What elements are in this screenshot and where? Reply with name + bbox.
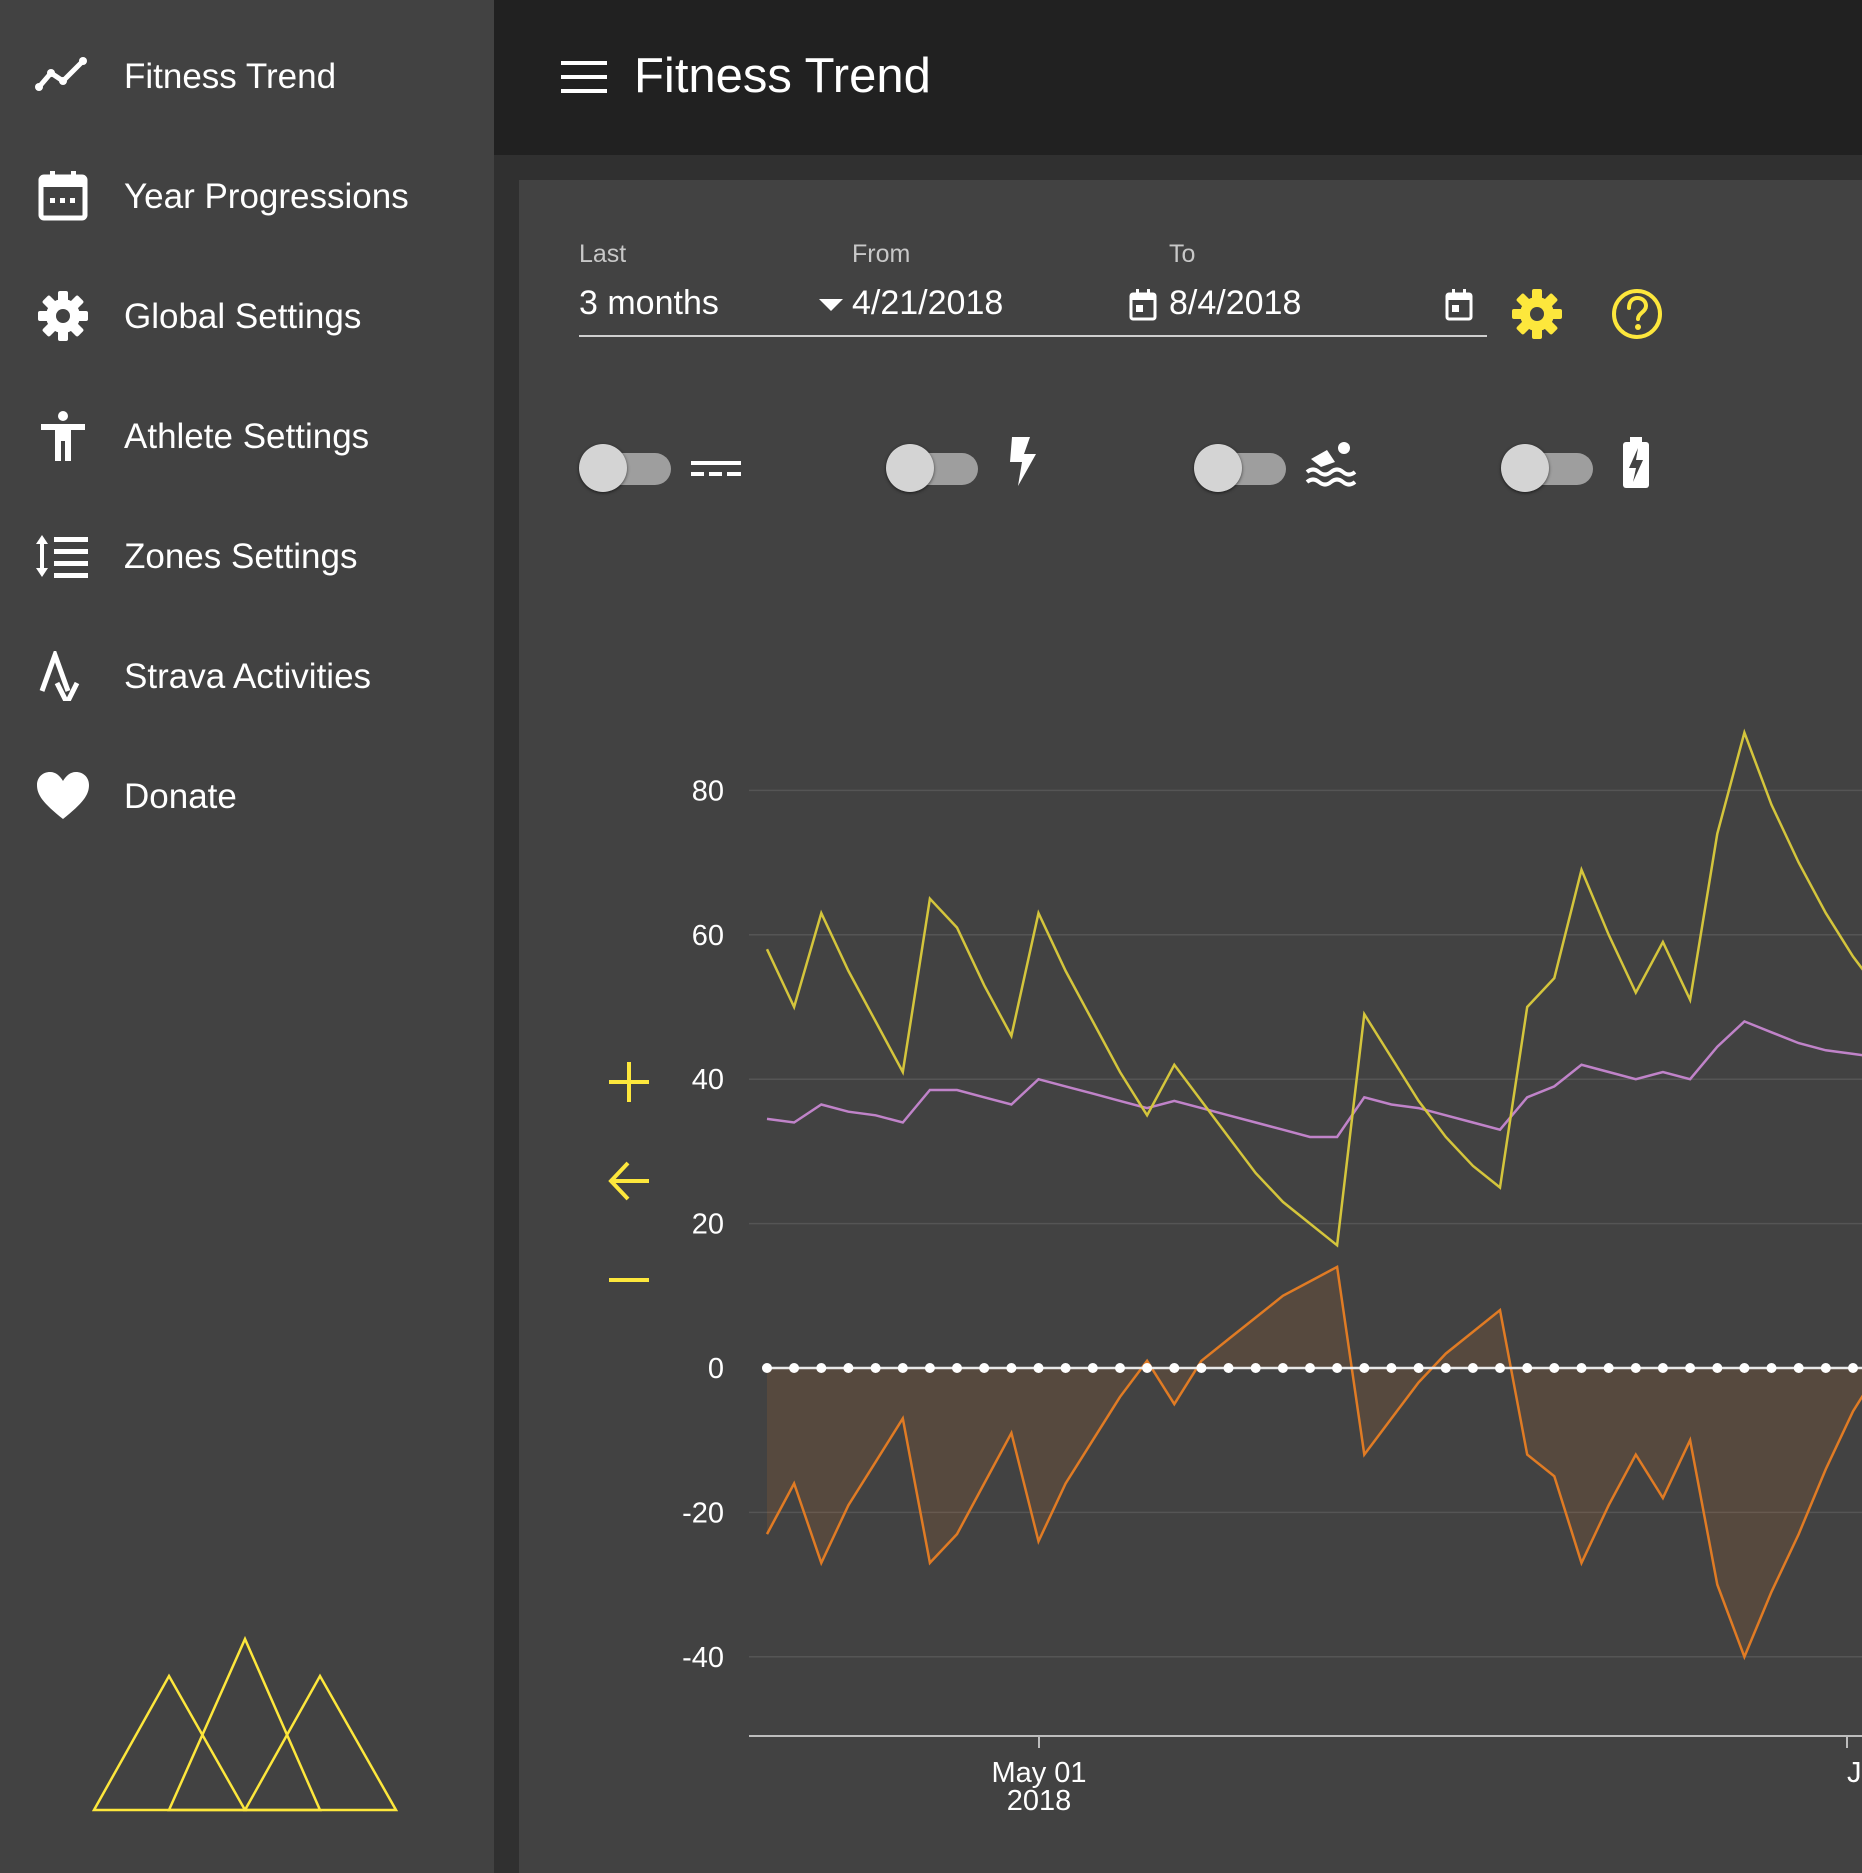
sidebar-item-global-settings[interactable]: Global Settings	[0, 255, 494, 375]
y-tick-label: 60	[692, 920, 724, 952]
baseline-marker[interactable]	[897, 1363, 908, 1373]
strava-icon	[35, 647, 91, 709]
baseline-marker[interactable]	[789, 1363, 800, 1373]
x-tick-sublabel: 2018	[1007, 1785, 1072, 1817]
sidebar-item-label: Donate	[124, 777, 237, 816]
baseline-marker[interactable]	[1685, 1363, 1696, 1373]
baseline-marker[interactable]	[1739, 1363, 1750, 1373]
form-area	[767, 1266, 1862, 1657]
y-tick-label: -40	[682, 1642, 724, 1674]
sidebar-item-zones-settings[interactable]: Zones Settings	[0, 495, 494, 615]
sidebar-item-athlete-settings[interactable]: Athlete Settings	[0, 375, 494, 495]
baseline-marker[interactable]	[1142, 1363, 1153, 1373]
baseline-marker[interactable]	[1060, 1363, 1071, 1373]
sidebar-item-label: Fitness Trend	[124, 57, 337, 96]
chart-gridlines	[749, 789, 1862, 1658]
sidebar-item-label: Global Settings	[124, 297, 362, 336]
gear-icon	[35, 291, 91, 341]
y-tick-label: 40	[692, 1064, 724, 1096]
baseline-marker[interactable]	[1115, 1363, 1125, 1373]
zones-list-icon	[35, 531, 91, 581]
sidebar: Fitness Trend Year Progressions Global S…	[0, 0, 494, 1873]
chart-y-axis: 80 60 40 20 0 -20 -40	[682, 775, 724, 1673]
sidebar-item-year-progressions[interactable]: Year Progressions	[0, 135, 494, 255]
top-app-bar: Fitness Trend	[494, 0, 1862, 155]
page-title: Fitness Trend	[634, 49, 931, 103]
baseline-marker[interactable]	[1033, 1363, 1044, 1373]
baseline-marker[interactable]	[1549, 1363, 1560, 1373]
chart-x-axis: May 012018Ju	[991, 1736, 1862, 1817]
baseline-marker[interactable]	[1712, 1363, 1723, 1373]
baseline-marker[interactable]	[1305, 1363, 1315, 1373]
baseline-marker[interactable]	[1820, 1363, 1831, 1373]
baseline-marker[interactable]	[870, 1363, 881, 1373]
baseline-marker[interactable]	[1250, 1363, 1261, 1373]
baseline-marker[interactable]	[1522, 1363, 1533, 1373]
baseline-marker[interactable]	[1359, 1363, 1370, 1373]
y-tick-label: 20	[692, 1209, 724, 1241]
baseline-marker[interactable]	[1332, 1363, 1343, 1373]
baseline-marker[interactable]	[952, 1363, 962, 1373]
baseline-marker[interactable]	[1087, 1363, 1098, 1373]
sidebar-item-label: Zones Settings	[124, 537, 358, 576]
baseline-marker[interactable]	[1766, 1363, 1777, 1373]
baseline-marker[interactable]	[1848, 1363, 1858, 1373]
baseline-marker[interactable]	[762, 1363, 772, 1373]
y-tick-label: 0	[708, 1353, 724, 1385]
baseline-marker[interactable]	[1630, 1363, 1641, 1373]
baseline-marker[interactable]	[1440, 1363, 1451, 1373]
sidebar-item-label: Athlete Settings	[124, 417, 370, 456]
sidebar-item-fitness-trend[interactable]: Fitness Trend	[0, 15, 494, 135]
baseline-marker[interactable]	[1657, 1363, 1668, 1373]
baseline-marker[interactable]	[1495, 1363, 1505, 1373]
fitness-trend-chart[interactable]: 806040200-20-40 May 012018Ju	[519, 180, 1862, 1873]
baseline-marker[interactable]	[1386, 1363, 1397, 1373]
y-tick-label: 80	[692, 775, 724, 807]
baseline-marker[interactable]	[979, 1363, 990, 1373]
sidebar-item-donate[interactable]: Donate	[0, 735, 494, 855]
baseline-marker[interactable]	[1793, 1363, 1804, 1373]
y-tick-label: -20	[682, 1497, 724, 1529]
x-tick-label: Ju	[1847, 1757, 1862, 1789]
baseline-marker[interactable]	[1603, 1363, 1614, 1373]
fitness-trend-card: Last 3 months From 4/21/2018 To 8/4/2018	[519, 180, 1862, 1873]
mountains-logo	[91, 1635, 399, 1812]
calendar-icon	[35, 171, 91, 221]
baseline-marker[interactable]	[1467, 1363, 1478, 1373]
baseline-marker[interactable]	[1223, 1363, 1234, 1373]
fatigue-series-line	[765, 728, 1862, 1248]
baseline-marker[interactable]	[1576, 1363, 1587, 1373]
sidebar-item-label: Strava Activities	[124, 657, 372, 696]
baseline-marker[interactable]	[816, 1363, 827, 1373]
baseline-marker[interactable]	[1006, 1363, 1017, 1373]
baseline-marker[interactable]	[1413, 1363, 1424, 1373]
baseline-marker[interactable]	[1277, 1363, 1288, 1373]
sidebar-item-label: Year Progressions	[124, 177, 409, 216]
baseline-marker[interactable]	[924, 1363, 935, 1373]
baseline-marker[interactable]	[843, 1363, 854, 1373]
sidebar-item-strava-activities[interactable]: Strava Activities	[0, 615, 494, 735]
hamburger-menu-icon[interactable]	[559, 57, 609, 97]
trend-line-icon	[35, 51, 91, 101]
athlete-icon	[35, 411, 91, 461]
baseline-marker[interactable]	[1169, 1363, 1180, 1373]
heart-icon	[35, 771, 91, 821]
baseline-marker[interactable]	[1196, 1363, 1207, 1373]
